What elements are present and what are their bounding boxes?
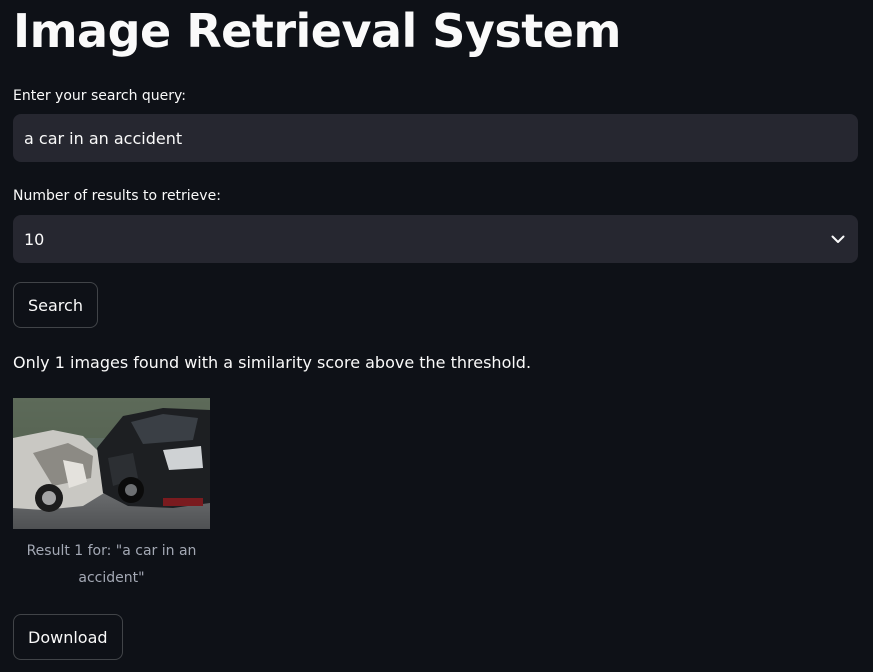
page-title: Image Retrieval System [13,4,621,58]
query-label: Enter your search query: [13,88,187,104]
result-image[interactable] [13,398,210,529]
app-page: Image Retrieval System Enter your search… [0,0,873,672]
result-count-label: Number of results to retrieve: [13,188,221,204]
result-card: Result 1 for: "a car in an accident" [13,398,210,592]
status-message: Only 1 images found with a similarity sc… [13,353,532,372]
download-button[interactable]: Download [13,614,123,660]
chevron-down-icon [829,230,847,248]
search-query-input[interactable] [13,114,858,162]
result-count-value: 10 [24,229,45,249]
result-count-select[interactable]: 10 [13,215,858,263]
search-button[interactable]: Search [13,282,98,328]
result-caption: Result 1 for: "a car in an accident" [26,543,197,586]
